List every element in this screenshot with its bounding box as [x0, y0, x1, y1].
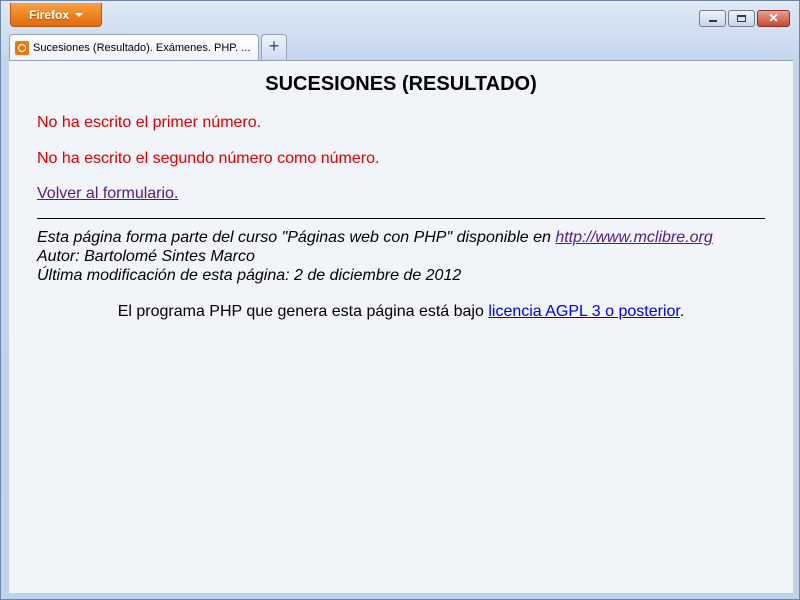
course-url-link[interactable]: http://www.mclibre.org [555, 229, 712, 246]
tab-title: Sucesiones (Resultado). Exámenes. PHP. .… [33, 42, 251, 54]
back-to-form-link[interactable]: Volver al formulario. [37, 185, 178, 203]
new-tab-button[interactable]: + [261, 34, 287, 59]
firefox-menu-label: Firefox [28, 7, 69, 22]
favicon-icon [15, 41, 29, 55]
minimize-button[interactable] [699, 10, 726, 27]
footer-modified: Última modificación de esta página: 2 de… [37, 267, 462, 284]
footer-author: Autor: Bartolomé Sintes Marco [37, 248, 255, 265]
maximize-button[interactable] [728, 10, 755, 27]
error-second-number: No ha escrito el segundo número como núm… [37, 150, 380, 167]
dropdown-arrow-icon [75, 13, 83, 17]
license-line: El programa PHP que genera esta página e… [9, 303, 793, 321]
page-content: SUCESIONES (RESULTADO) No ha escrito el … [9, 60, 793, 593]
close-window-button[interactable]: ✕ [757, 10, 790, 27]
maximize-icon [737, 15, 746, 22]
error-first-number: No ha escrito el primer número. [37, 114, 262, 131]
minimize-icon [709, 20, 717, 22]
footer-course-text: Esta página forma parte del curso "Págin… [37, 229, 556, 246]
page-footer: Esta página forma parte del curso "Págin… [37, 228, 713, 285]
divider [37, 218, 765, 219]
page-title: SUCESIONES (RESULTADO) [265, 73, 537, 95]
close-icon: ✕ [768, 11, 779, 25]
footer-course-line: Esta página forma parte del curso "Págin… [37, 228, 713, 247]
browser-window: Firefox ✕ Sucesiones (Resultado). Exámen… [0, 0, 800, 600]
tab-sucesiones[interactable]: Sucesiones (Resultado). Exámenes. PHP. .… [9, 34, 259, 61]
window-controls: ✕ [699, 10, 790, 27]
license-text: El programa PHP que genera esta página e… [117, 303, 489, 320]
license-suffix: . [679, 303, 685, 320]
license-link[interactable]: licencia AGPL 3 o posterior [488, 303, 680, 320]
firefox-menu-button[interactable]: Firefox [10, 3, 102, 27]
